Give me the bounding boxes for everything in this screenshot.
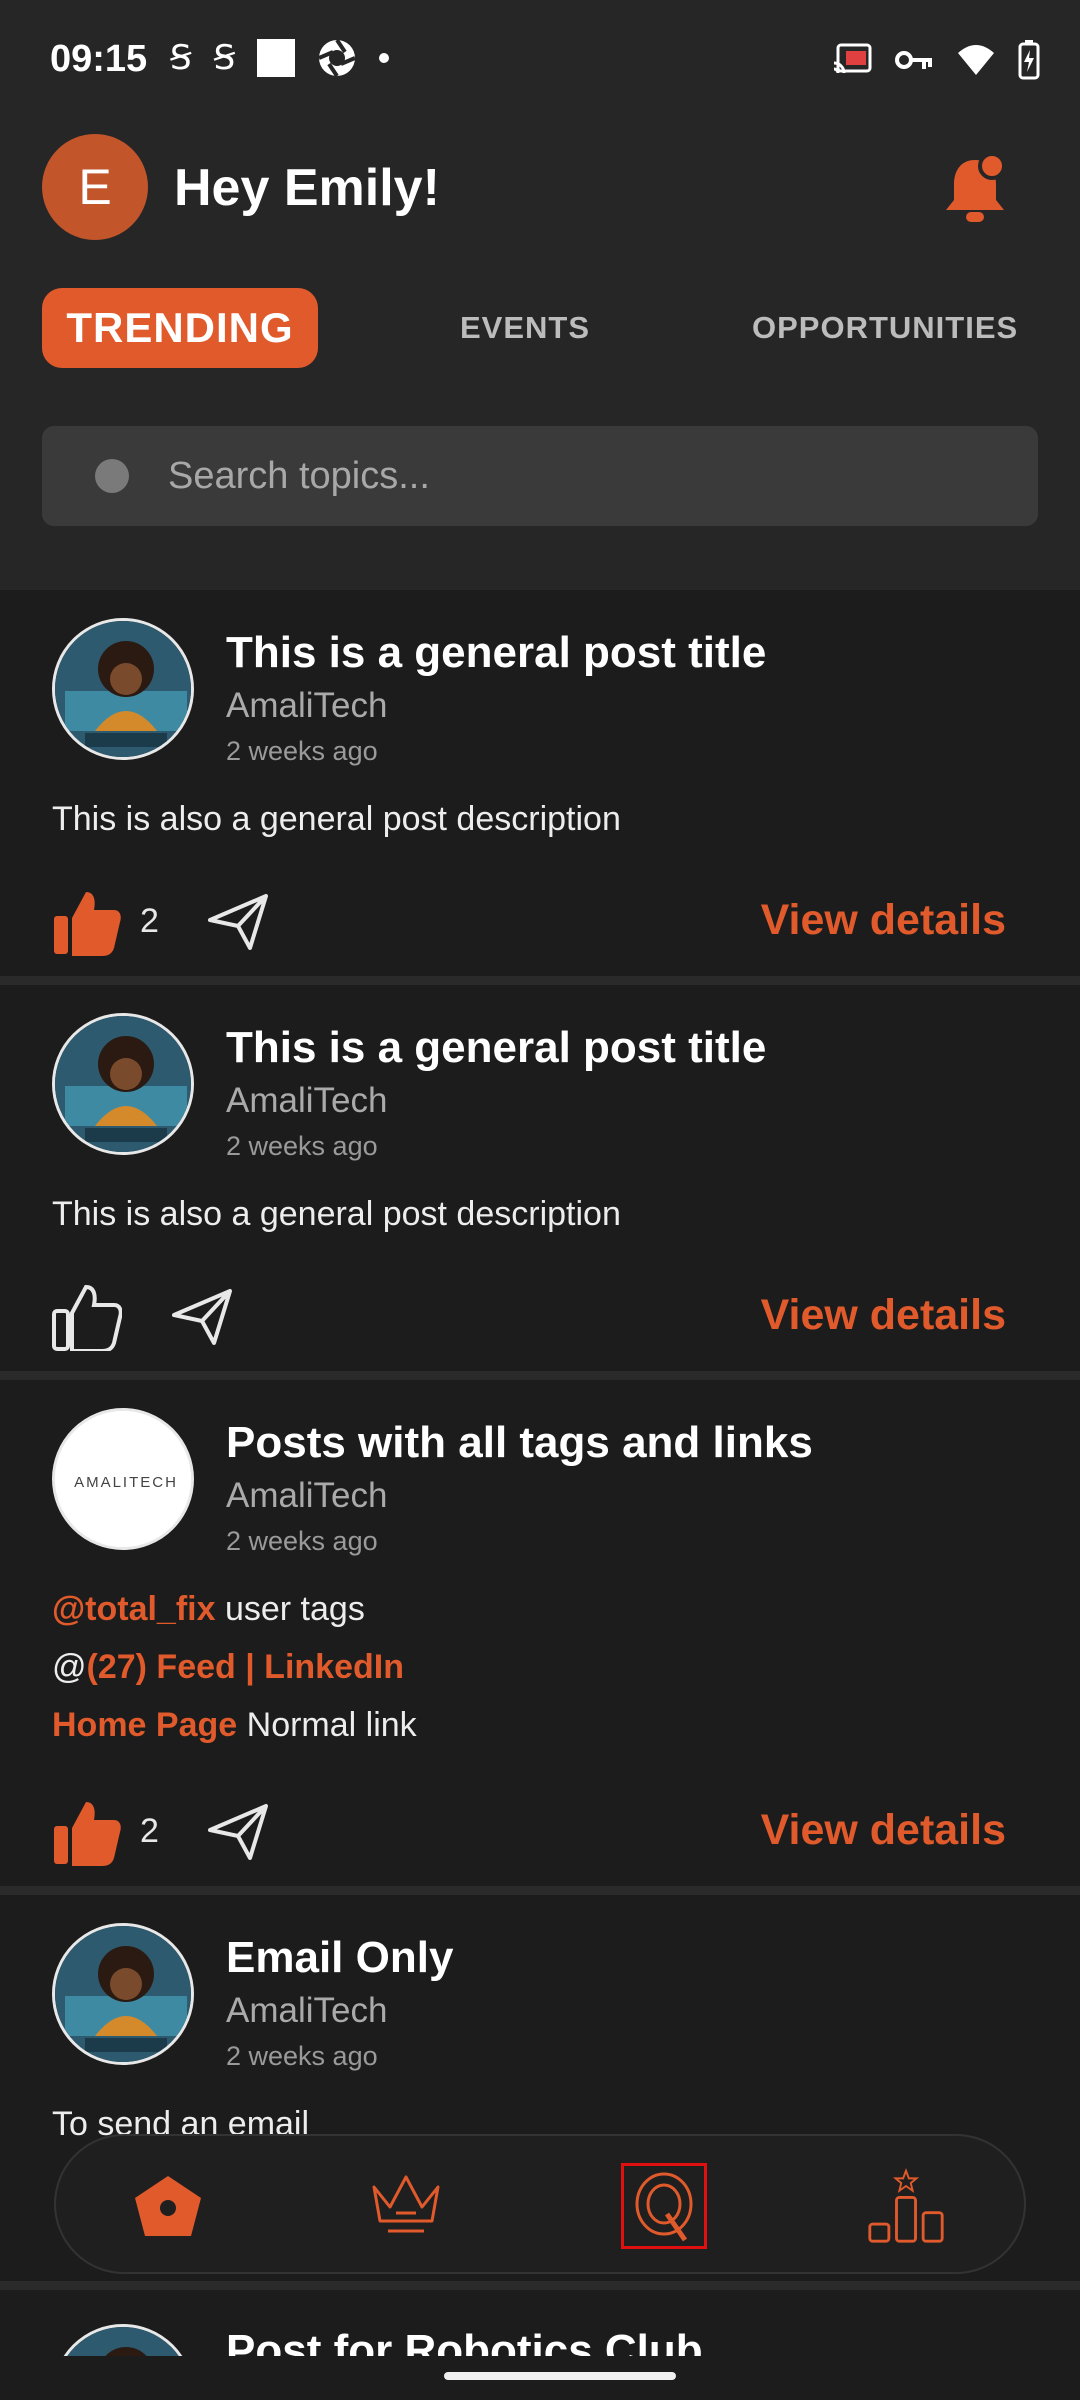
post-title: Posts with all tags and links — [226, 1418, 813, 1467]
like-filled-icon[interactable] — [52, 888, 122, 956]
share-icon[interactable] — [206, 1802, 270, 1862]
tab-opportunities[interactable]: OPPORTUNITIES — [752, 288, 1018, 368]
view-details-link[interactable]: View details — [761, 896, 1006, 945]
svg-text:AMALITECH: AMALITECH — [74, 1474, 178, 1491]
greeting: Hey Emily! — [174, 159, 440, 217]
tab-bar: TRENDING EVENTS OPPORTUNITIES — [0, 288, 1080, 368]
post-avatar — [52, 1013, 194, 1155]
user-tag-line: @total_fix user tags — [52, 1590, 365, 1629]
nav-crown[interactable] — [366, 2166, 446, 2246]
post-card[interactable]: This is a general post title AmaliTech 2… — [0, 590, 1080, 976]
nav-q[interactable] — [621, 2163, 707, 2249]
app-header: E Hey Emily! TRENDING EVENTS OPPORTUNITI… — [0, 120, 1080, 590]
post-author: AmaliTech — [226, 1991, 388, 2030]
status-bar: 09:15 Ꞩ Ꞩ — [0, 0, 1080, 120]
view-details-link[interactable]: View details — [761, 1291, 1006, 1340]
post-title: This is a general post title — [226, 1023, 767, 1072]
vpn-key-icon — [895, 51, 932, 69]
post-description: This is also a general post description — [52, 800, 621, 838]
post-actions: View details — [0, 1277, 1080, 1357]
post-avatar — [52, 2324, 194, 2356]
user-avatar[interactable]: E — [42, 134, 148, 240]
post-avatar — [52, 1923, 194, 2065]
cast-icon — [833, 43, 872, 74]
more-dot-icon — [379, 53, 390, 63]
bottom-navigation — [54, 2134, 1026, 2274]
post-author: AmaliTech — [226, 1081, 388, 1120]
post-divider — [0, 976, 1080, 985]
status-time: 09:15 — [50, 38, 148, 80]
link-tag-line: @(27) Feed | LinkedIn — [52, 1648, 404, 1687]
post-card[interactable]: AMALITECH Posts with all tags and links … — [0, 1380, 1080, 1886]
search-input[interactable] — [168, 426, 1008, 526]
tag-prefix: @ — [52, 1648, 87, 1686]
like-count: 2 — [140, 1812, 159, 1850]
wifi-icon — [958, 45, 994, 75]
q-icon — [635, 2172, 693, 2242]
post-title: Post for Robotics Club — [226, 2326, 703, 2356]
home-page-link[interactable]: Home Page — [52, 1706, 237, 1744]
nav-leaderboard[interactable] — [866, 2166, 946, 2246]
crown-icon — [372, 2175, 440, 2233]
like-filled-icon[interactable] — [52, 1798, 122, 1866]
system-icons — [832, 40, 1040, 80]
post-card[interactable]: This is a general post title AmaliTech 2… — [0, 985, 1080, 1371]
search-icon — [95, 459, 129, 493]
post-divider — [0, 1371, 1080, 1380]
tab-trending[interactable]: TRENDING — [42, 288, 318, 368]
aperture-icon — [318, 38, 356, 78]
notification-icons: Ꞩ Ꞩ — [170, 38, 390, 78]
post-time: 2 weeks ago — [226, 1526, 378, 1556]
linkedin-link[interactable]: (27) Feed | LinkedIn — [87, 1648, 404, 1686]
view-details-link[interactable]: View details — [761, 1806, 1006, 1855]
user-tag-link[interactable]: @total_fix — [52, 1590, 216, 1628]
tag-line-text: Normal link — [237, 1706, 417, 1744]
post-time: 2 weeks ago — [226, 736, 378, 766]
post-actions: 2 View details — [0, 1792, 1080, 1872]
s-app-icon-2: Ꞩ — [213, 39, 236, 77]
amalitech-logo: AMALITECH — [52, 1408, 194, 1550]
post-avatar — [52, 618, 194, 760]
nav-home[interactable] — [128, 2166, 208, 2246]
post-time: 2 weeks ago — [226, 1131, 378, 1161]
post-author: AmaliTech — [226, 1476, 388, 1515]
post-card[interactable]: Post for Robotics Club — [0, 2290, 1080, 2356]
post-divider — [0, 1886, 1080, 1895]
post-time: 2 weeks ago — [226, 2041, 378, 2071]
post-title: This is a general post title — [226, 628, 767, 677]
tab-events[interactable]: EVENTS — [460, 288, 590, 368]
battery-icon — [1018, 40, 1040, 80]
notification-bell-icon[interactable] — [940, 150, 1010, 230]
post-divider — [0, 2281, 1080, 2290]
share-icon[interactable] — [170, 1287, 234, 1347]
post-description: This is also a general post description — [52, 1195, 621, 1233]
share-icon[interactable] — [206, 892, 270, 952]
like-count: 2 — [140, 902, 159, 940]
home-icon — [135, 2176, 201, 2236]
gesture-handle[interactable] — [444, 2372, 676, 2380]
like-outline-icon[interactable] — [52, 1283, 122, 1351]
s-app-icon: Ꞩ — [170, 39, 192, 77]
leaderboard-icon — [868, 2168, 944, 2243]
post-title: Email Only — [226, 1933, 454, 1982]
square-icon — [257, 39, 296, 77]
post-author: AmaliTech — [226, 686, 388, 725]
post-actions: 2 View details — [0, 882, 1080, 962]
normal-link-line: Home Page Normal link — [52, 1706, 417, 1745]
search-bar — [42, 426, 1038, 526]
tag-line-text: user tags — [215, 1590, 365, 1628]
